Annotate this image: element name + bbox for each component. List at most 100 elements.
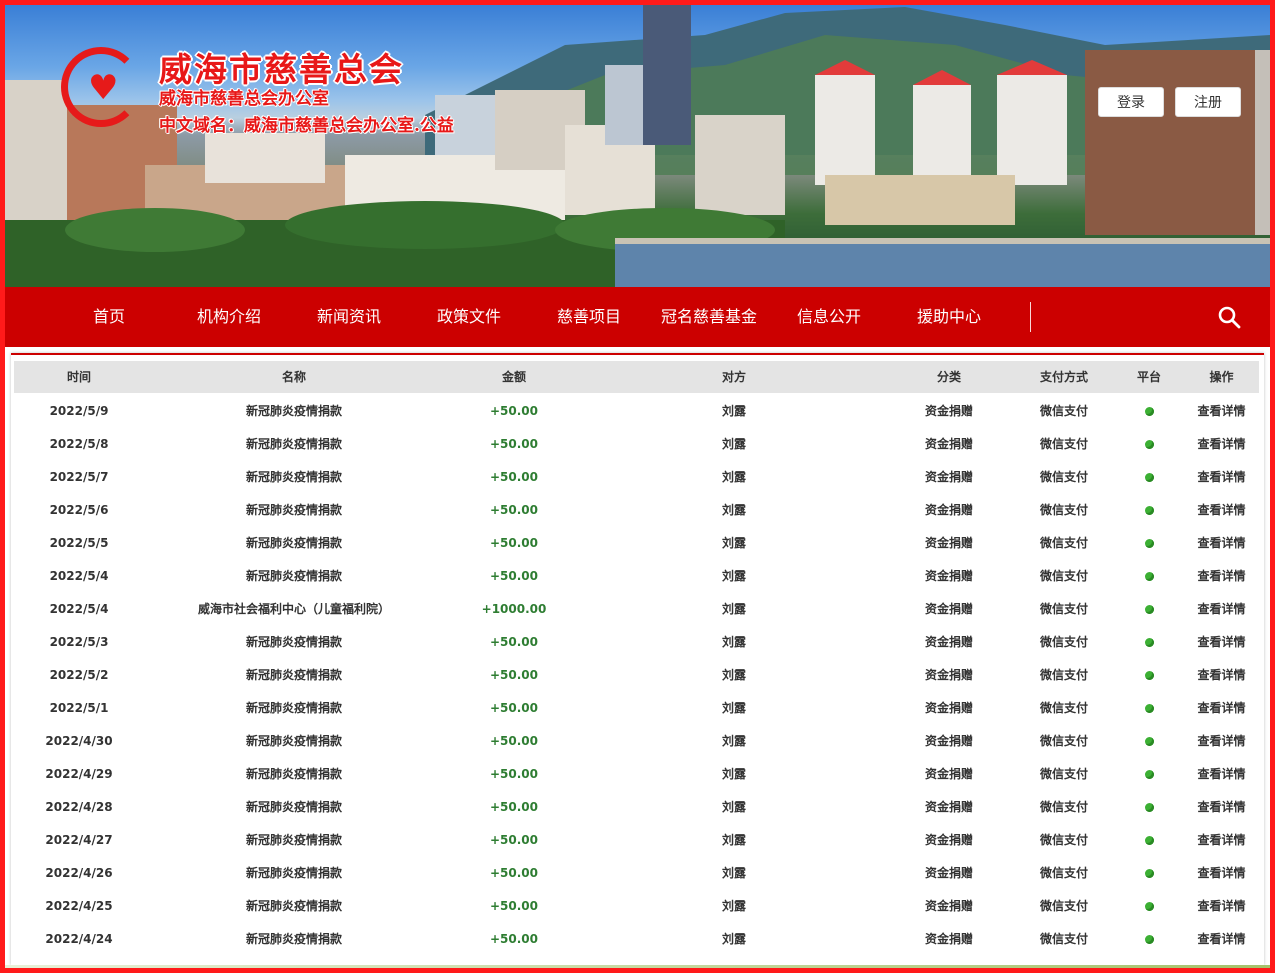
view-details-link[interactable]: 查看详情 — [1184, 560, 1259, 593]
cell-name: 新冠肺炎疫情捐款 — [245, 536, 342, 550]
nav-item-projects[interactable]: 慈善项目 — [557, 287, 621, 347]
cell-platform — [1114, 824, 1184, 857]
view-details-link[interactable]: 查看详情 — [1184, 692, 1259, 725]
cell-payment: 微信支付 — [1039, 470, 1088, 484]
cell-category: 资金捐赠 — [924, 899, 973, 913]
wechat-icon — [1144, 770, 1154, 779]
page-frame: ♥ 威海市慈善总会 威海市慈善总会办公室 中文域名：威海市慈善总会办公室.公益 … — [0, 0, 1275, 973]
view-details-link[interactable]: 查看详情 — [1184, 494, 1259, 527]
view-details-link[interactable]: 查看详情 — [1184, 626, 1259, 659]
table-row: 2022/5/1 新冠肺炎疫情捐款 +50.00 刘露 资金捐赠 微信支付 查看详情 — [14, 692, 1259, 725]
cell-date: 2022/4/27 — [45, 833, 113, 847]
cell-party: 刘露 — [721, 932, 746, 946]
cell-name: 新冠肺炎疫情捐款 — [245, 932, 342, 946]
view-details-link[interactable]: 查看详情 — [1184, 857, 1259, 890]
heart-icon: ♥ — [88, 68, 119, 108]
wechat-icon — [1144, 935, 1154, 944]
cell-name: 新冠肺炎疫情捐款 — [245, 701, 342, 715]
cell-payment: 微信支付 — [1039, 536, 1088, 550]
cell-party: 刘露 — [721, 899, 746, 913]
cell-party: 刘露 — [721, 800, 746, 814]
view-details-link[interactable]: 查看详情 — [1184, 659, 1259, 692]
cell-date: 2022/5/1 — [49, 701, 109, 715]
wechat-icon — [1144, 473, 1154, 482]
cell-platform — [1114, 659, 1184, 692]
cell-date: 2022/4/24 — [45, 932, 113, 946]
cell-category: 资金捐赠 — [924, 833, 973, 847]
cell-name: 新冠肺炎疫情捐款 — [245, 899, 342, 913]
view-details-link[interactable]: 查看详情 — [1184, 593, 1259, 626]
table-row: 2022/4/29 新冠肺炎疫情捐款 +50.00 刘露 资金捐赠 微信支付 查看详情 — [14, 758, 1259, 791]
view-details-link[interactable]: 查看详情 — [1184, 824, 1259, 857]
cell-date: 2022/5/3 — [49, 635, 109, 649]
cell-name: 新冠肺炎疫情捐款 — [245, 437, 342, 451]
cell-name: 新冠肺炎疫情捐款 — [245, 734, 342, 748]
nav-item-disclosure[interactable]: 信息公开 — [797, 287, 861, 347]
table-header: 时间 名称 金额 对方 分类 支付方式 平台 操作 — [14, 361, 1259, 393]
nav-item-named-funds[interactable]: 冠名慈善基金 — [661, 287, 757, 347]
table-row: 2022/5/5 新冠肺炎疫情捐款 +50.00 刘露 资金捐赠 微信支付 查看详情 — [14, 527, 1259, 560]
header-party: 对方 — [721, 370, 746, 384]
wechat-icon — [1144, 704, 1154, 713]
cell-party: 刘露 — [721, 635, 746, 649]
search-icon[interactable] — [1217, 305, 1241, 329]
nav-item-home[interactable]: 首页 — [93, 287, 125, 347]
nav-item-policy[interactable]: 政策文件 — [437, 287, 501, 347]
cell-party: 刘露 — [721, 767, 746, 781]
cell-category: 资金捐赠 — [924, 503, 973, 517]
view-details-link[interactable]: 查看详情 — [1184, 791, 1259, 824]
wechat-icon — [1144, 407, 1154, 416]
cell-date: 2022/4/30 — [45, 734, 113, 748]
cell-amount: +50.00 — [489, 536, 538, 550]
cell-payment: 微信支付 — [1039, 635, 1088, 649]
cell-platform — [1114, 428, 1184, 461]
cell-name: 新冠肺炎疫情捐款 — [245, 767, 342, 781]
cell-party: 刘露 — [721, 701, 746, 715]
cell-party: 刘露 — [721, 602, 746, 616]
view-details-link[interactable]: 查看详情 — [1184, 428, 1259, 461]
table-row: 2022/5/4 新冠肺炎疫情捐款 +50.00 刘露 资金捐赠 微信支付 查看详情 — [14, 560, 1259, 593]
cell-name: 新冠肺炎疫情捐款 — [245, 503, 342, 517]
view-details-link[interactable]: 查看详情 — [1184, 725, 1259, 758]
cell-category: 资金捐赠 — [924, 734, 973, 748]
nav-item-about[interactable]: 机构介绍 — [197, 287, 261, 347]
login-button[interactable]: 登录 — [1098, 87, 1164, 117]
cell-party: 刘露 — [721, 470, 746, 484]
cell-party: 刘露 — [721, 404, 746, 418]
cell-platform — [1114, 758, 1184, 791]
cell-payment: 微信支付 — [1039, 899, 1088, 913]
view-details-link[interactable]: 查看详情 — [1184, 527, 1259, 560]
cell-category: 资金捐赠 — [924, 668, 973, 682]
cell-payment: 微信支付 — [1039, 800, 1088, 814]
cell-payment: 微信支付 — [1039, 767, 1088, 781]
cell-category: 资金捐赠 — [924, 866, 973, 880]
view-details-link[interactable]: 查看详情 — [1184, 923, 1259, 956]
site-logo: ♥ — [61, 47, 141, 127]
cell-date: 2022/5/6 — [49, 503, 109, 517]
nav-item-news[interactable]: 新闻资讯 — [317, 287, 381, 347]
cell-date: 2022/4/28 — [45, 800, 113, 814]
cell-platform — [1114, 494, 1184, 527]
cell-amount: +50.00 — [489, 503, 538, 517]
view-details-link[interactable]: 查看详情 — [1184, 758, 1259, 791]
cell-amount: +50.00 — [489, 701, 538, 715]
cell-category: 资金捐赠 — [924, 470, 973, 484]
view-details-link[interactable]: 查看详情 — [1184, 395, 1259, 428]
view-details-link[interactable]: 查看详情 — [1184, 461, 1259, 494]
table-row: 2022/4/30 新冠肺炎疫情捐款 +50.00 刘露 资金捐赠 微信支付 查看详情 — [14, 725, 1259, 758]
nav-item-aid-center[interactable]: 援助中心 — [917, 287, 981, 347]
site-subtitle: 威海市慈善总会办公室 — [159, 89, 329, 109]
register-button[interactable]: 注册 — [1175, 87, 1241, 117]
table-row: 2022/5/8 新冠肺炎疫情捐款 +50.00 刘露 资金捐赠 微信支付 查看详情 — [14, 428, 1259, 461]
table-row: 2022/5/7 新冠肺炎疫情捐款 +50.00 刘露 资金捐赠 微信支付 查看详情 — [14, 461, 1259, 494]
cell-payment: 微信支付 — [1039, 932, 1088, 946]
cell-amount: +50.00 — [489, 635, 538, 649]
view-details-link[interactable]: 查看详情 — [1184, 890, 1259, 923]
cell-payment: 微信支付 — [1039, 437, 1088, 451]
cell-category: 资金捐赠 — [924, 569, 973, 583]
cell-name: 新冠肺炎疫情捐款 — [245, 404, 342, 418]
cell-name: 新冠肺炎疫情捐款 — [245, 866, 342, 880]
cell-name: 新冠肺炎疫情捐款 — [245, 470, 342, 484]
wechat-icon — [1144, 671, 1154, 680]
site-domain-name: 中文域名：威海市慈善总会办公室.公益 — [159, 116, 454, 136]
